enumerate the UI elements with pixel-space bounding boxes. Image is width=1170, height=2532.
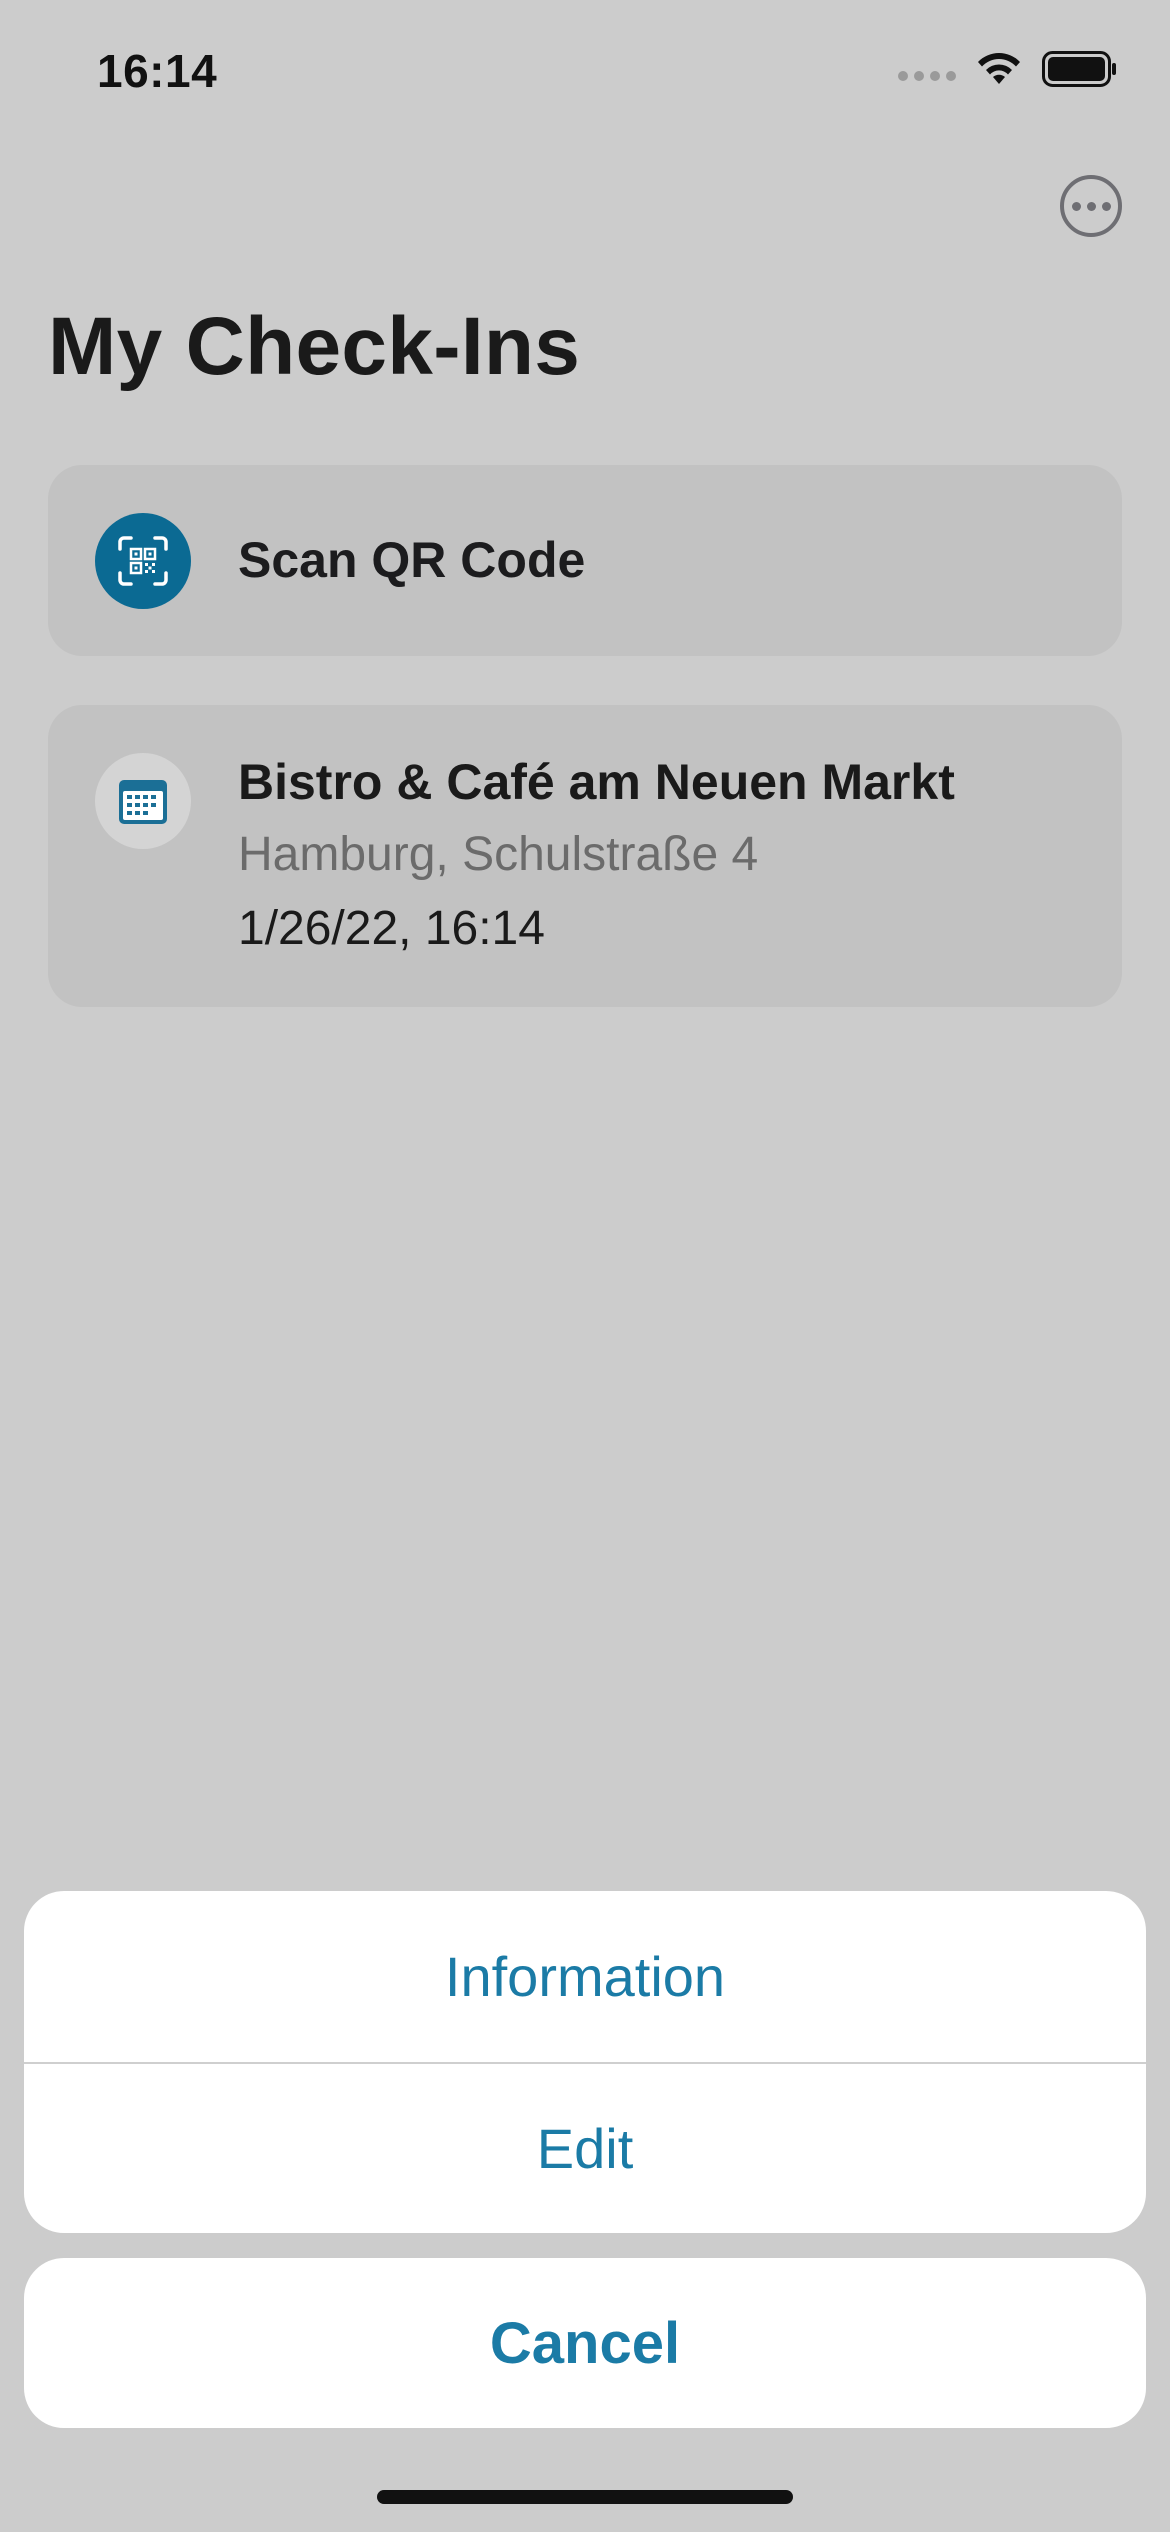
checkin-address: Hamburg, Schulstraße 4 [238,828,759,881]
edit-action-button[interactable]: Edit [24,2063,1146,2233]
page-title: My Check-Ins [48,301,581,392]
checkin-card[interactable]: Bistro & Café am Neuen Markt Hamburg, Sc… [48,705,1122,1007]
home-indicator[interactable] [377,2490,793,2504]
ellipsis-dot [1071,201,1081,211]
battery-icon [1042,51,1116,87]
qr-scan-icon [95,513,191,609]
cellular-signal-icon [898,71,956,81]
more-options-button[interactable] [1060,175,1122,237]
checkin-datetime: 1/26/22, 16:14 [238,902,545,955]
status-time: 16:14 [97,45,218,97]
cancel-button[interactable]: Cancel [24,2258,1146,2428]
action-sheet: Information Edit [24,1891,1146,2233]
wifi-icon [978,53,1020,84]
ellipsis-dot [1086,201,1096,211]
status-bar: 16:14 [0,0,1170,140]
status-icons [898,50,1118,88]
ellipsis-dot [1101,201,1111,211]
calendar-icon [95,753,191,849]
scan-qr-code-label: Scan QR Code [238,532,586,588]
checkin-location-name: Bistro & Café am Neuen Markt [238,754,955,810]
scan-qr-code-card[interactable]: Scan QR Code [48,465,1122,656]
information-action-button[interactable]: Information [24,1891,1146,2062]
